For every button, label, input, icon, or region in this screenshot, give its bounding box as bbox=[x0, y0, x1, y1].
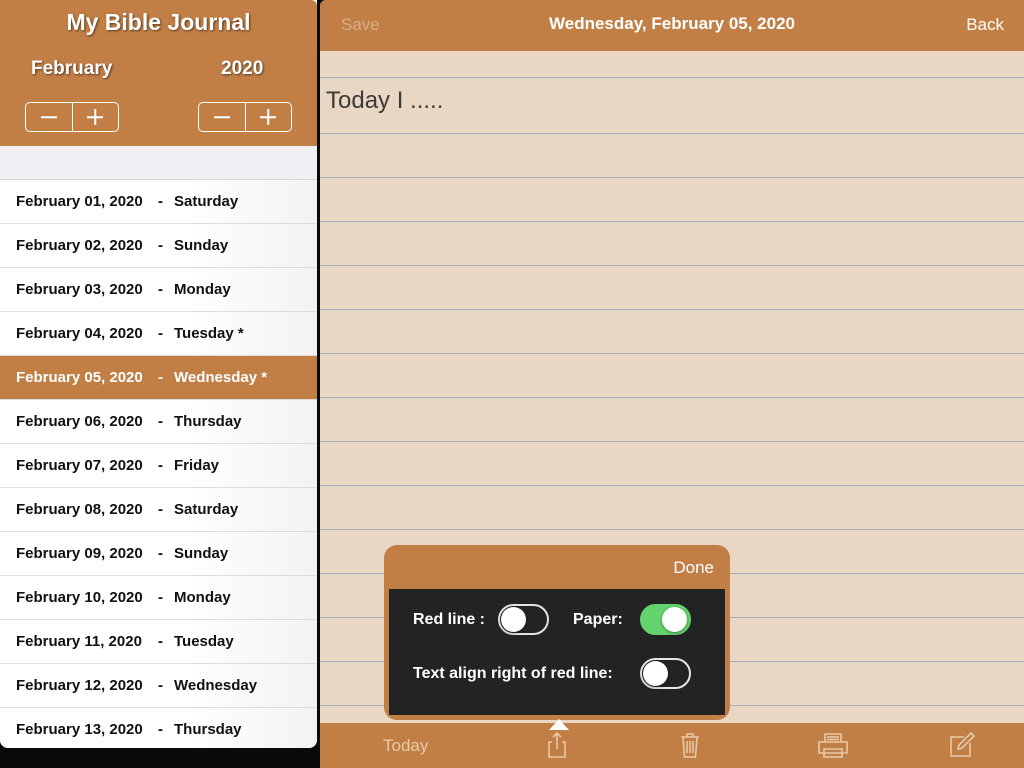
back-button[interactable]: Back bbox=[966, 15, 1004, 35]
day-weekday: Saturday bbox=[174, 193, 239, 210]
day-date: February 09, 2020 bbox=[16, 545, 143, 562]
trash-icon[interactable] bbox=[675, 730, 705, 760]
paper-toggle[interactable] bbox=[640, 604, 691, 635]
day-date: February 03, 2020 bbox=[16, 281, 143, 298]
day-weekday: Sunday bbox=[174, 237, 229, 254]
day-weekday: Wednesday * bbox=[174, 369, 268, 386]
day-separator: - bbox=[158, 677, 163, 694]
day-separator: - bbox=[158, 237, 163, 254]
day-separator: - bbox=[158, 193, 163, 210]
print-icon[interactable] bbox=[816, 730, 850, 760]
settings-panel: Red line : Paper: Text align right of re… bbox=[389, 589, 725, 715]
toggle-knob bbox=[501, 607, 526, 632]
settings-popover: Done Red line : Paper: Text align right … bbox=[384, 545, 730, 720]
bottom-toolbar: Today bbox=[320, 723, 1024, 768]
day-list-item[interactable]: February 02, 2020- Sunday bbox=[0, 224, 317, 268]
year-label: 2020 bbox=[221, 58, 264, 79]
day-weekday: Monday bbox=[174, 281, 231, 298]
month-decrement-button[interactable] bbox=[26, 103, 72, 131]
day-separator: - bbox=[158, 633, 163, 650]
day-list-item[interactable]: February 12, 2020- Wednesday bbox=[0, 664, 317, 708]
paper-label: Paper: bbox=[573, 611, 623, 628]
day-separator: - bbox=[158, 545, 163, 562]
day-date: February 12, 2020 bbox=[16, 677, 143, 694]
day-list-item[interactable]: February 08, 2020- Saturday bbox=[0, 488, 317, 532]
day-date: February 13, 2020 bbox=[16, 721, 143, 738]
day-separator: - bbox=[158, 325, 163, 342]
day-list-item[interactable]: February 10, 2020- Monday bbox=[0, 576, 317, 620]
text-align-label: Text align right of red line: bbox=[413, 665, 613, 682]
day-weekday: Friday bbox=[174, 457, 220, 474]
day-separator: - bbox=[158, 501, 163, 518]
day-list-item[interactable]: February 03, 2020- Monday bbox=[0, 268, 317, 312]
day-list-item[interactable]: February 04, 2020- Tuesday * bbox=[0, 312, 317, 356]
sidebar: My Bible Journal February 2020 February … bbox=[0, 0, 317, 748]
day-weekday: Tuesday * bbox=[174, 325, 244, 342]
day-date: February 02, 2020 bbox=[16, 237, 143, 254]
day-list: February 01, 2020- Saturday February 02, 2… bbox=[0, 180, 317, 748]
day-separator: - bbox=[158, 413, 163, 430]
day-list-item[interactable]: February 01, 2020- Saturday bbox=[0, 180, 317, 224]
day-date: February 11, 2020 bbox=[16, 633, 142, 650]
day-weekday: Monday bbox=[174, 589, 231, 606]
day-date: February 06, 2020 bbox=[16, 413, 143, 430]
month-stepper bbox=[25, 102, 119, 132]
journal-text[interactable]: Today I ..... bbox=[326, 87, 443, 115]
day-date: February 07, 2020 bbox=[16, 457, 143, 474]
month-label: February bbox=[31, 58, 113, 79]
page-title: Wednesday, February 05, 2020 bbox=[549, 14, 795, 33]
toggle-knob bbox=[643, 661, 668, 686]
day-date: February 10, 2020 bbox=[16, 589, 143, 606]
today-button[interactable]: Today bbox=[383, 736, 428, 756]
day-list-item[interactable]: February 09, 2020- Sunday bbox=[0, 532, 317, 576]
year-increment-button[interactable] bbox=[244, 103, 292, 131]
day-date: February 01, 2020 bbox=[16, 193, 143, 210]
share-icon[interactable] bbox=[542, 730, 572, 760]
day-date: February 04, 2020 bbox=[16, 325, 143, 342]
day-weekday: Thursday bbox=[174, 721, 242, 738]
day-weekday: Tuesday bbox=[174, 633, 234, 650]
day-list-item[interactable]: February 13, 2020- Thursday bbox=[0, 708, 317, 748]
popover-pointer bbox=[549, 719, 569, 730]
year-decrement-button[interactable] bbox=[199, 103, 245, 131]
day-list-item[interactable]: February 06, 2020- Thursday bbox=[0, 400, 317, 444]
save-button[interactable]: Save bbox=[341, 15, 380, 35]
day-weekday: Thursday bbox=[174, 413, 242, 430]
list-header-spacer bbox=[0, 146, 317, 180]
day-date: February 08, 2020 bbox=[16, 501, 143, 518]
month-increment-button[interactable] bbox=[71, 103, 119, 131]
red-line-label: Red line : bbox=[413, 611, 486, 628]
day-weekday: Saturday bbox=[174, 501, 239, 518]
day-separator: - bbox=[158, 457, 163, 474]
text-align-toggle[interactable] bbox=[640, 658, 691, 689]
done-button[interactable]: Done bbox=[673, 558, 714, 578]
day-separator: - bbox=[158, 589, 163, 606]
day-date: February 05, 2020 bbox=[16, 369, 143, 386]
day-weekday: Wednesday bbox=[174, 677, 258, 694]
day-list-item[interactable]: February 11, 2020- Tuesday bbox=[0, 620, 317, 664]
day-separator: - bbox=[158, 369, 163, 386]
app-title: My Bible Journal bbox=[66, 9, 251, 35]
compose-icon[interactable] bbox=[946, 730, 976, 760]
toggle-knob bbox=[662, 607, 687, 632]
day-separator: - bbox=[158, 281, 163, 298]
red-line-toggle[interactable] bbox=[498, 604, 549, 635]
year-stepper bbox=[198, 102, 292, 132]
day-weekday: Sunday bbox=[174, 545, 229, 562]
sidebar-header: My Bible Journal February 2020 bbox=[0, 0, 317, 146]
top-toolbar: Save Wednesday, February 05, 2020 Back bbox=[320, 0, 1024, 51]
day-list-item[interactable]: February 07, 2020- Friday bbox=[0, 444, 317, 488]
day-list-item[interactable]: February 05, 2020- Wednesday * bbox=[0, 356, 317, 400]
day-separator: - bbox=[158, 721, 163, 738]
